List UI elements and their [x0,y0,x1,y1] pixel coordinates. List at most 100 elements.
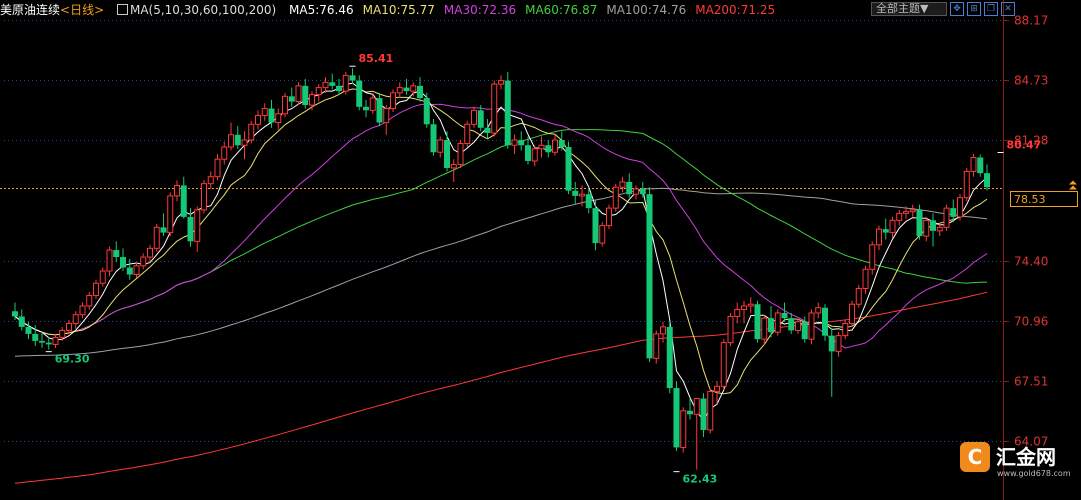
candle-body [248,123,255,141]
candle-body [943,207,950,228]
candle-body [687,410,693,415]
candle-body [383,108,390,124]
candle [403,78,410,95]
symbol-name[interactable]: 美原油连续 [0,3,60,17]
candle-body [369,97,376,111]
candle [126,258,133,280]
candle-body [599,225,606,244]
candle-body [646,194,653,359]
candle-body [579,193,585,197]
candle [207,171,214,189]
theme-selector[interactable]: 全部主题▼ [871,2,947,16]
candle-body [747,303,754,307]
candle [633,185,639,200]
candle-body [302,85,309,106]
candlestick-chart[interactable]: 88.1784.7381.2874.4070.9667.5164.07 85.4… [0,0,1081,500]
candle [815,302,822,319]
candle-body [396,87,403,94]
candle-body [288,96,295,102]
candle [106,246,113,277]
candle-body [828,335,835,352]
candle [288,87,295,107]
candle [545,140,552,158]
candle-body [390,92,396,110]
candle-body [356,80,363,107]
candle [808,309,815,345]
candle-body [693,398,700,415]
annotation-label: 80.47 [1007,139,1042,152]
candle [592,199,599,251]
candle [72,311,79,329]
candle-body [464,123,471,145]
candle-body [471,109,477,125]
candle [957,194,963,221]
candle [835,332,842,357]
ma-settings-icon[interactable] [116,3,130,17]
candle-body [680,410,687,448]
candle [626,173,633,198]
candle-body [565,146,572,191]
close-icon[interactable]: ✕ [1001,2,1015,16]
crosshair-icon[interactable]: ⊞ [967,2,981,16]
candle [943,204,950,231]
candle-body [876,228,882,246]
candle [538,136,545,158]
candle-body [653,333,660,359]
candle [869,241,876,275]
candle [390,89,396,113]
candle [666,321,673,394]
candle-body [417,85,423,99]
candle [423,92,430,128]
candle [984,164,990,191]
candle-body [59,329,66,338]
candle-body [808,312,815,340]
candle [822,304,828,341]
candle-body [180,185,187,217]
candle-body [761,317,768,340]
candle [194,206,201,252]
candle-body [147,247,153,258]
candle [174,180,180,202]
candle [383,105,390,135]
candle-body [518,140,525,146]
candle-body [342,74,349,92]
restore-icon[interactable]: ❐ [984,2,998,16]
candle-body [423,98,430,125]
candle [518,131,525,151]
chart-toolbar: 全部主题▼ ✥ ⊞ ❐ ✕ [871,2,1015,16]
candle-body [666,326,673,389]
candle [79,302,86,319]
candle [255,110,261,130]
ma-params: MA(5,10,30,60,100,200) [129,3,277,17]
candle-body [558,140,565,147]
expand-icon[interactable]: ✥ [950,2,964,16]
candle [18,309,25,331]
candle [606,204,612,230]
candle-body [849,303,855,324]
candle [275,108,282,130]
candle [234,126,241,149]
candle [302,78,309,109]
candle-body [741,305,747,310]
candle [336,78,342,95]
candle [261,103,268,121]
ma-line-ma5 [14,82,988,422]
candle-body [484,127,491,134]
candle [525,136,531,165]
candle [180,176,187,219]
current-price-tag: 78.53 [1010,191,1078,207]
candle [734,302,741,324]
candle-body [403,87,410,92]
candle [741,300,747,324]
candle [660,321,666,343]
candles [12,68,990,470]
candle [700,393,707,437]
candle [774,309,781,336]
candle-body [363,106,369,111]
candle-body [410,85,417,92]
candle-body [984,173,990,188]
period-label[interactable]: <日线> [60,3,104,17]
candle-body [822,307,828,336]
candle-body [228,134,234,148]
candle-body [572,190,579,196]
